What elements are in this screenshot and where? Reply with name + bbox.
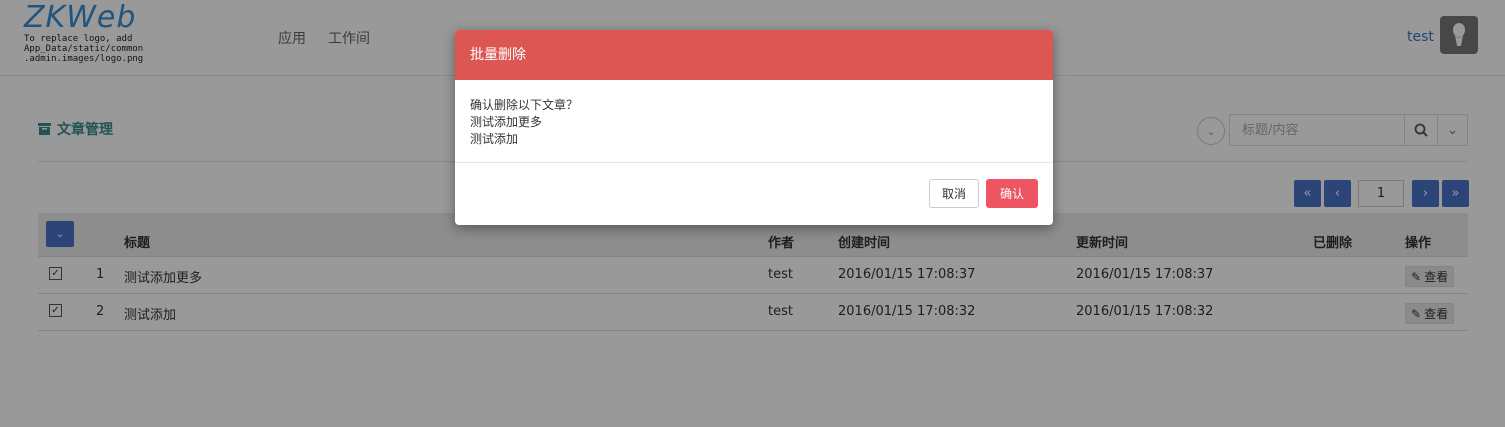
cancel-button[interactable]: 取消 xyxy=(929,179,979,208)
dialog-item: 测试添加更多 xyxy=(470,115,543,129)
confirm-button[interactable]: 确认 xyxy=(986,179,1038,208)
dialog-message: 确认删除以下文章？ xyxy=(470,98,579,112)
dialog-item: 测试添加 xyxy=(470,132,519,146)
batch-delete-dialog: 批量删除 确认删除以下文章？ 测试添加更多 测试添加 取消 确认 xyxy=(455,30,1053,225)
dialog-body: 确认删除以下文章？ 测试添加更多 测试添加 xyxy=(455,80,1053,163)
dialog-footer: 取消 确认 xyxy=(455,164,1053,225)
dialog-title: 批量删除 xyxy=(455,30,1053,80)
